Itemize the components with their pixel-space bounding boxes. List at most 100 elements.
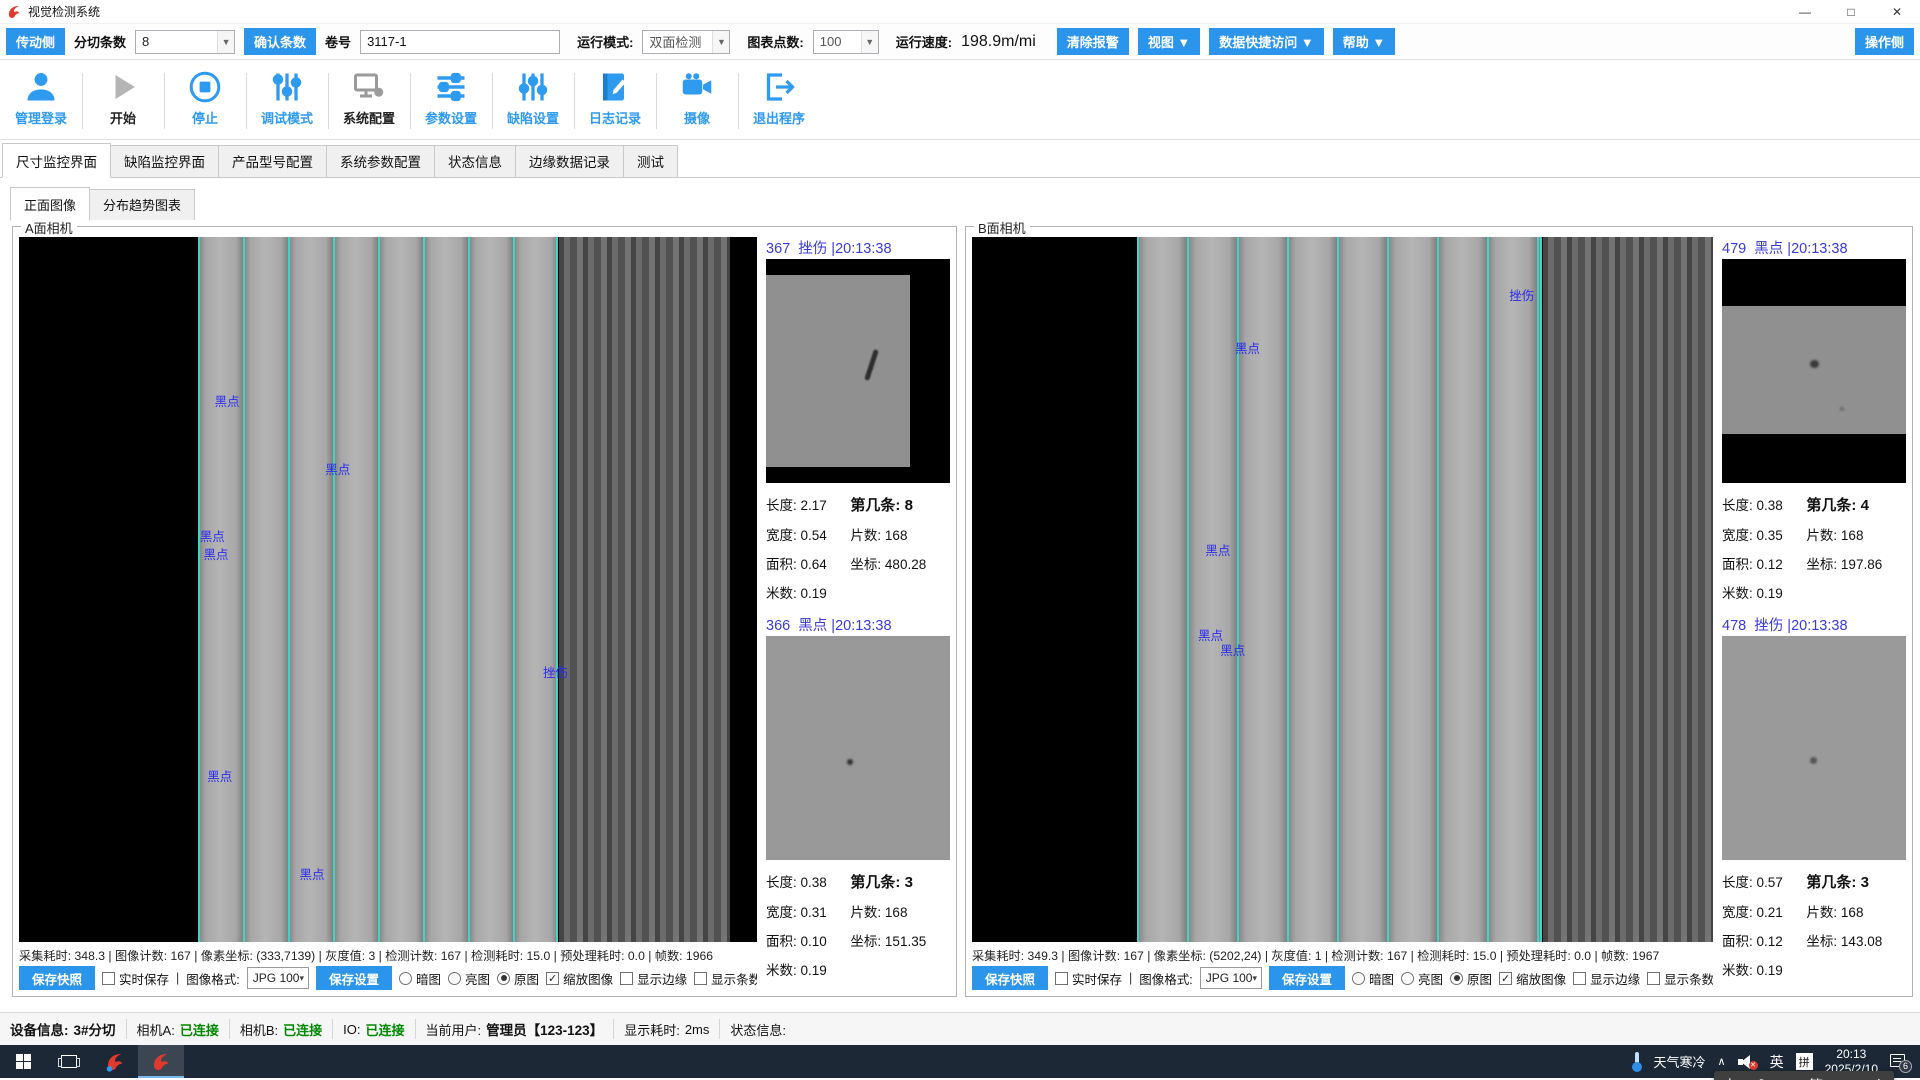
start-button[interactable]: 开始 xyxy=(82,65,164,139)
show-edges-checkbox[interactable]: 显示边缘 xyxy=(620,969,687,988)
original-image-radio[interactable]: 原图 xyxy=(497,969,539,988)
ime-indicator[interactable]: 拼 xyxy=(1796,1053,1813,1070)
operator-side-button[interactable]: 操作侧 xyxy=(1855,28,1914,55)
task-view-button[interactable] xyxy=(46,1045,92,1078)
defect-panel[interactable]: 479 黑点 |20:13:38 长度: 0.38 第几条: 4 宽度: 0.3… xyxy=(1722,237,1906,602)
admin-login-button[interactable]: 管理登录 xyxy=(0,65,82,139)
emoji-icon[interactable]: ☺ xyxy=(1840,1077,1855,1080)
defect-thumbnail xyxy=(766,636,950,860)
defect-panel[interactable]: 366 黑点 |20:13:38 长度: 0.38 第几条: 3 宽度: 0.3… xyxy=(766,614,950,979)
zoom-image-checkbox[interactable]: ✓缩放图像 xyxy=(1499,969,1566,988)
save-snapshot-button[interactable]: 保存快照 xyxy=(972,966,1048,990)
ime-settings-gear-icon[interactable]: ⚙ xyxy=(1872,1076,1885,1080)
exit-program-button[interactable]: 退出程序 xyxy=(738,65,820,139)
tab-status-info[interactable]: 状态信息 xyxy=(434,145,516,177)
realtime-save-checkbox[interactable]: 实时保存 xyxy=(102,969,169,988)
sub-tab-strip: 正面图像 分布趋势图表 xyxy=(0,178,1920,220)
camera-a-image[interactable]: 黑点黑点黑点黑点挫伤黑点黑点 xyxy=(19,237,757,942)
camera-a-defect-list: 367 挫伤 |20:13:38 长度: 2.17 第几条: 8 宽度: 0.5… xyxy=(766,237,950,991)
window-title: 视觉检测系统 xyxy=(28,3,1782,20)
image-format-combo[interactable]: JPG 100▾ xyxy=(247,967,309,989)
tab-test[interactable]: 测试 xyxy=(623,145,678,177)
system-config-button[interactable]: 系统配置 xyxy=(328,65,410,139)
tab-system-param-config[interactable]: 系统参数配置 xyxy=(326,145,435,177)
roll-number-input[interactable]: 3117-1 xyxy=(360,30,560,54)
save-settings-button[interactable]: 保存设置 xyxy=(316,966,392,990)
show-strips-checkbox[interactable]: 显示条数 xyxy=(694,969,757,988)
thermometer-icon[interactable] xyxy=(1632,1052,1642,1072)
realtime-save-checkbox[interactable]: 实时保存 xyxy=(1055,969,1122,988)
param-settings-button[interactable]: 参数设置 xyxy=(410,65,492,139)
drive-side-button[interactable]: 传动侧 xyxy=(6,28,65,55)
tab-size-monitor[interactable]: 尺寸监控界面 xyxy=(2,143,111,178)
tab-defect-monitor[interactable]: 缺陷监控界面 xyxy=(110,145,219,177)
data-quick-access-button[interactable]: 数据快捷访问 ▼ xyxy=(1209,28,1323,55)
current-user: 当前用户:管理员【123-123】 xyxy=(416,1019,615,1039)
debug-mode-button[interactable]: 调试模式 xyxy=(246,65,328,139)
pinned-app-button[interactable] xyxy=(92,1045,138,1078)
dark-image-radio[interactable]: 暗图 xyxy=(1352,969,1394,988)
original-image-radio[interactable]: 原图 xyxy=(1450,969,1492,988)
save-settings-button[interactable]: 保存设置 xyxy=(1269,966,1345,990)
tab-edge-data-record[interactable]: 边缘数据记录 xyxy=(515,145,624,177)
view-menu-button[interactable]: 视图 ▼ xyxy=(1138,28,1200,55)
ime-language-bar[interactable]: 中 ☽ ’, 简 ☺ ⚙ xyxy=(1714,1071,1894,1080)
action-center-icon[interactable]: 6 xyxy=(1890,1053,1910,1071)
checkbox-icon xyxy=(1055,972,1068,985)
stop-button[interactable]: 停止 xyxy=(164,65,246,139)
bright-image-radio[interactable]: 亮图 xyxy=(448,969,490,988)
defect-info: 长度: 0.57 第几条: 3 宽度: 0.21 片数: 168 面积: 0.1… xyxy=(1722,860,1906,979)
confirm-count-button[interactable]: 确认条数 xyxy=(244,28,316,55)
save-snapshot-button[interactable]: 保存快照 xyxy=(19,966,95,990)
defect-panel[interactable]: 478 挫伤 |20:13:38 长度: 0.57 第几条: 3 宽度: 0.2… xyxy=(1722,614,1906,979)
camera-b-image[interactable]: 挫伤黑点黑点黑点黑点 xyxy=(972,237,1713,942)
capture-button[interactable]: 摄像 xyxy=(656,65,738,139)
ime-chinese-mode[interactable]: 中 xyxy=(1722,1075,1737,1080)
dark-region xyxy=(1543,237,1713,942)
tray-expand-chevron-icon[interactable]: ∧ xyxy=(1718,1055,1726,1068)
run-speed-value: 198.9m/mi xyxy=(961,33,1036,51)
defect-panel[interactable]: 367 挫伤 |20:13:38 长度: 2.17 第几条: 8 宽度: 0.5… xyxy=(766,237,950,602)
user-icon xyxy=(23,69,59,105)
weather-text[interactable]: 天气寒冷 xyxy=(1654,1052,1706,1071)
bright-image-radio[interactable]: 亮图 xyxy=(1401,969,1443,988)
language-indicator[interactable]: 英 xyxy=(1770,1052,1784,1072)
zoom-image-checkbox[interactable]: ✓缩放图像 xyxy=(546,969,613,988)
show-strips-checkbox[interactable]: 显示条数 xyxy=(1647,969,1713,988)
chevron-down-icon: ▼ xyxy=(712,31,729,53)
run-speed-label: 运行速度: xyxy=(896,32,952,51)
defect-annotation: 挫伤 xyxy=(1509,285,1534,304)
strip-region xyxy=(198,237,557,942)
image-format-combo[interactable]: JPG 100▾ xyxy=(1200,967,1262,989)
dark-image-radio[interactable]: 暗图 xyxy=(399,969,441,988)
maximize-button[interactable]: □ xyxy=(1828,0,1874,24)
tab-front-image[interactable]: 正面图像 xyxy=(10,187,90,221)
main-tab-strip: 尺寸监控界面 缺陷监控界面 产品型号配置 系统参数配置 状态信息 边缘数据记录 … xyxy=(0,140,1920,178)
volume-muted-icon[interactable]: ✕ xyxy=(1738,1054,1758,1070)
minimize-button[interactable]: — xyxy=(1782,0,1828,24)
clear-alarm-button[interactable]: 清除报警 xyxy=(1057,28,1129,55)
run-mode-combo[interactable]: 双面检测▼ xyxy=(642,30,730,54)
strip-count-combo[interactable]: 8▼ xyxy=(135,30,235,54)
defect-annotation: 黑点 xyxy=(1220,640,1245,659)
help-menu-button[interactable]: 帮助 ▼ xyxy=(1333,28,1395,55)
close-button[interactable]: ✕ xyxy=(1874,0,1920,24)
defect-thumbnail xyxy=(1722,259,1906,483)
radio-icon xyxy=(1401,972,1414,985)
defect-annotation: 黑点 xyxy=(299,864,324,883)
show-edges-checkbox[interactable]: 显示边缘 xyxy=(1573,969,1640,988)
log-record-button[interactable]: 日志记录 xyxy=(574,65,656,139)
tab-trend-chart[interactable]: 分布趋势图表 xyxy=(89,189,195,220)
running-app-button[interactable] xyxy=(138,1045,184,1078)
tab-product-model-config[interactable]: 产品型号配置 xyxy=(218,145,327,177)
simplified-chinese-icon[interactable]: 简 xyxy=(1808,1075,1823,1080)
moon-icon[interactable]: ☽ xyxy=(1754,1076,1767,1080)
notification-badge: 6 xyxy=(1899,1060,1912,1073)
chevron-down-icon: ▼ xyxy=(217,31,234,53)
start-button[interactable] xyxy=(0,1045,46,1078)
punctuation-mode-icon[interactable]: ’, xyxy=(1784,1077,1792,1080)
chart-points-combo[interactable]: 100▼ xyxy=(813,30,879,54)
defect-settings-button[interactable]: 缺陷设置 xyxy=(492,65,574,139)
windows-taskbar: 天气寒冷 ∧ ✕ 英 拼 20:132025/2/10 6 xyxy=(0,1045,1920,1078)
checkbox-icon xyxy=(1647,972,1660,985)
